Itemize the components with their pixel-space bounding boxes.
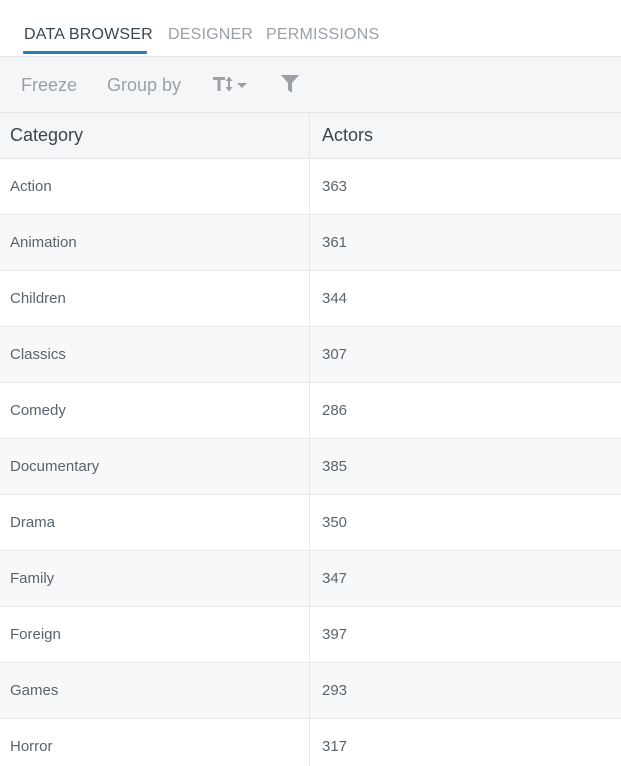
actors-cell[interactable]: 307: [310, 327, 621, 382]
tab-designer[interactable]: DESIGNER: [168, 26, 253, 44]
actors-cell[interactable]: 363: [310, 159, 621, 214]
table-row[interactable]: Foreign 397: [0, 607, 621, 663]
actors-cell[interactable]: 397: [310, 607, 621, 662]
category-cell[interactable]: Games: [0, 663, 310, 718]
table-row[interactable]: Family 347: [0, 551, 621, 607]
category-cell[interactable]: Horror: [0, 719, 310, 766]
category-cell[interactable]: Documentary: [0, 439, 310, 494]
filter-funnel-icon[interactable]: [281, 75, 299, 99]
category-cell[interactable]: Children: [0, 271, 310, 326]
actors-cell[interactable]: 317: [310, 719, 621, 766]
column-header-category[interactable]: Category: [0, 113, 310, 158]
column-header-actors[interactable]: Actors: [310, 113, 621, 158]
active-tab-indicator: [23, 51, 147, 54]
actors-cell[interactable]: 361: [310, 215, 621, 270]
table-row[interactable]: Animation 361: [0, 215, 621, 271]
group-by-button[interactable]: Group by: [107, 75, 181, 96]
table-row[interactable]: Comedy 286: [0, 383, 621, 439]
toolbar: Freeze Group by: [0, 57, 621, 113]
table-row[interactable]: Classics 307: [0, 327, 621, 383]
table-row[interactable]: Drama 350: [0, 495, 621, 551]
table-row[interactable]: Games 293: [0, 663, 621, 719]
actors-cell[interactable]: 293: [310, 663, 621, 718]
table-header-row: Category Actors: [0, 113, 621, 159]
category-cell[interactable]: Family: [0, 551, 310, 606]
actors-cell[interactable]: 344: [310, 271, 621, 326]
text-size-sort-icon[interactable]: [213, 74, 249, 99]
table-row[interactable]: Horror 317: [0, 719, 621, 766]
category-cell[interactable]: Animation: [0, 215, 310, 270]
tab-bar: DATA BROWSER DESIGNER PERMISSIONS: [0, 0, 621, 57]
tab-data-browser[interactable]: DATA BROWSER: [24, 26, 153, 44]
table-row[interactable]: Children 344: [0, 271, 621, 327]
actors-cell[interactable]: 385: [310, 439, 621, 494]
category-cell[interactable]: Comedy: [0, 383, 310, 438]
actors-cell[interactable]: 350: [310, 495, 621, 550]
category-cell[interactable]: Action: [0, 159, 310, 214]
category-cell[interactable]: Drama: [0, 495, 310, 550]
tab-permissions[interactable]: PERMISSIONS: [266, 26, 379, 44]
category-cell[interactable]: Foreign: [0, 607, 310, 662]
table-row[interactable]: Action 363: [0, 159, 621, 215]
actors-cell[interactable]: 286: [310, 383, 621, 438]
freeze-button[interactable]: Freeze: [21, 75, 77, 96]
data-grid: Category Actors Action 363 Animation 361…: [0, 113, 621, 766]
table-row[interactable]: Documentary 385: [0, 439, 621, 495]
category-cell[interactable]: Classics: [0, 327, 310, 382]
actors-cell[interactable]: 347: [310, 551, 621, 606]
